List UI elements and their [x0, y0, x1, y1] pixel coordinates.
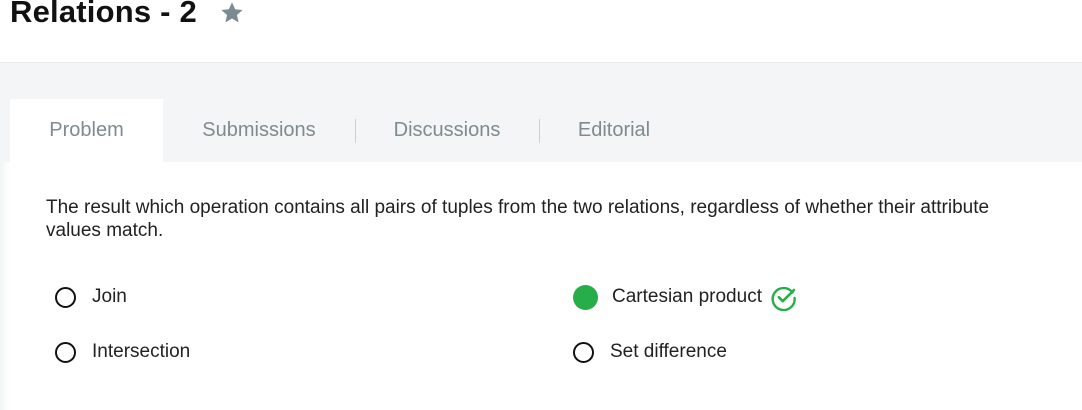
option-join[interactable]: Join	[55, 283, 127, 311]
option-label: Set difference	[610, 341, 727, 362]
tab-label: Editorial	[577, 119, 651, 141]
page-header: Relations - 2	[0, 0, 1082, 62]
option-label: Join	[92, 286, 127, 307]
tab-bar: Problem Submissions Discussions Editoria…	[10, 99, 689, 162]
question-text: The result which operation contains all …	[46, 197, 990, 241]
check-circle-icon	[770, 283, 798, 312]
option-label: Intersection	[92, 341, 191, 362]
tab-problem[interactable]: Problem	[10, 99, 163, 162]
content-edge-shade	[0, 162, 10, 410]
radio-button[interactable]	[55, 286, 76, 308]
radio-button[interactable]	[55, 341, 76, 363]
tab-divider	[539, 119, 540, 143]
radio-button[interactable]	[573, 341, 594, 363]
star-icon[interactable]	[219, 0, 245, 26]
radio-button-selected[interactable]	[573, 284, 598, 310]
option-intersection[interactable]: Intersection	[55, 338, 190, 366]
tab-submissions[interactable]: Submissions	[163, 99, 355, 162]
tab-label: Problem	[49, 119, 124, 141]
option-set-difference[interactable]: Set difference	[573, 338, 727, 366]
option-cartesian-product[interactable]: Cartesian product	[573, 283, 798, 312]
tab-editorial[interactable]: Editorial	[539, 99, 689, 162]
page-title: Relations - 2	[10, 0, 197, 29]
tab-label: Submissions	[202, 119, 316, 141]
tab-discussions[interactable]: Discussions	[355, 99, 539, 162]
option-label: Cartesian product	[612, 286, 762, 307]
tab-divider	[355, 119, 356, 143]
tab-label: Discussions	[393, 119, 501, 141]
